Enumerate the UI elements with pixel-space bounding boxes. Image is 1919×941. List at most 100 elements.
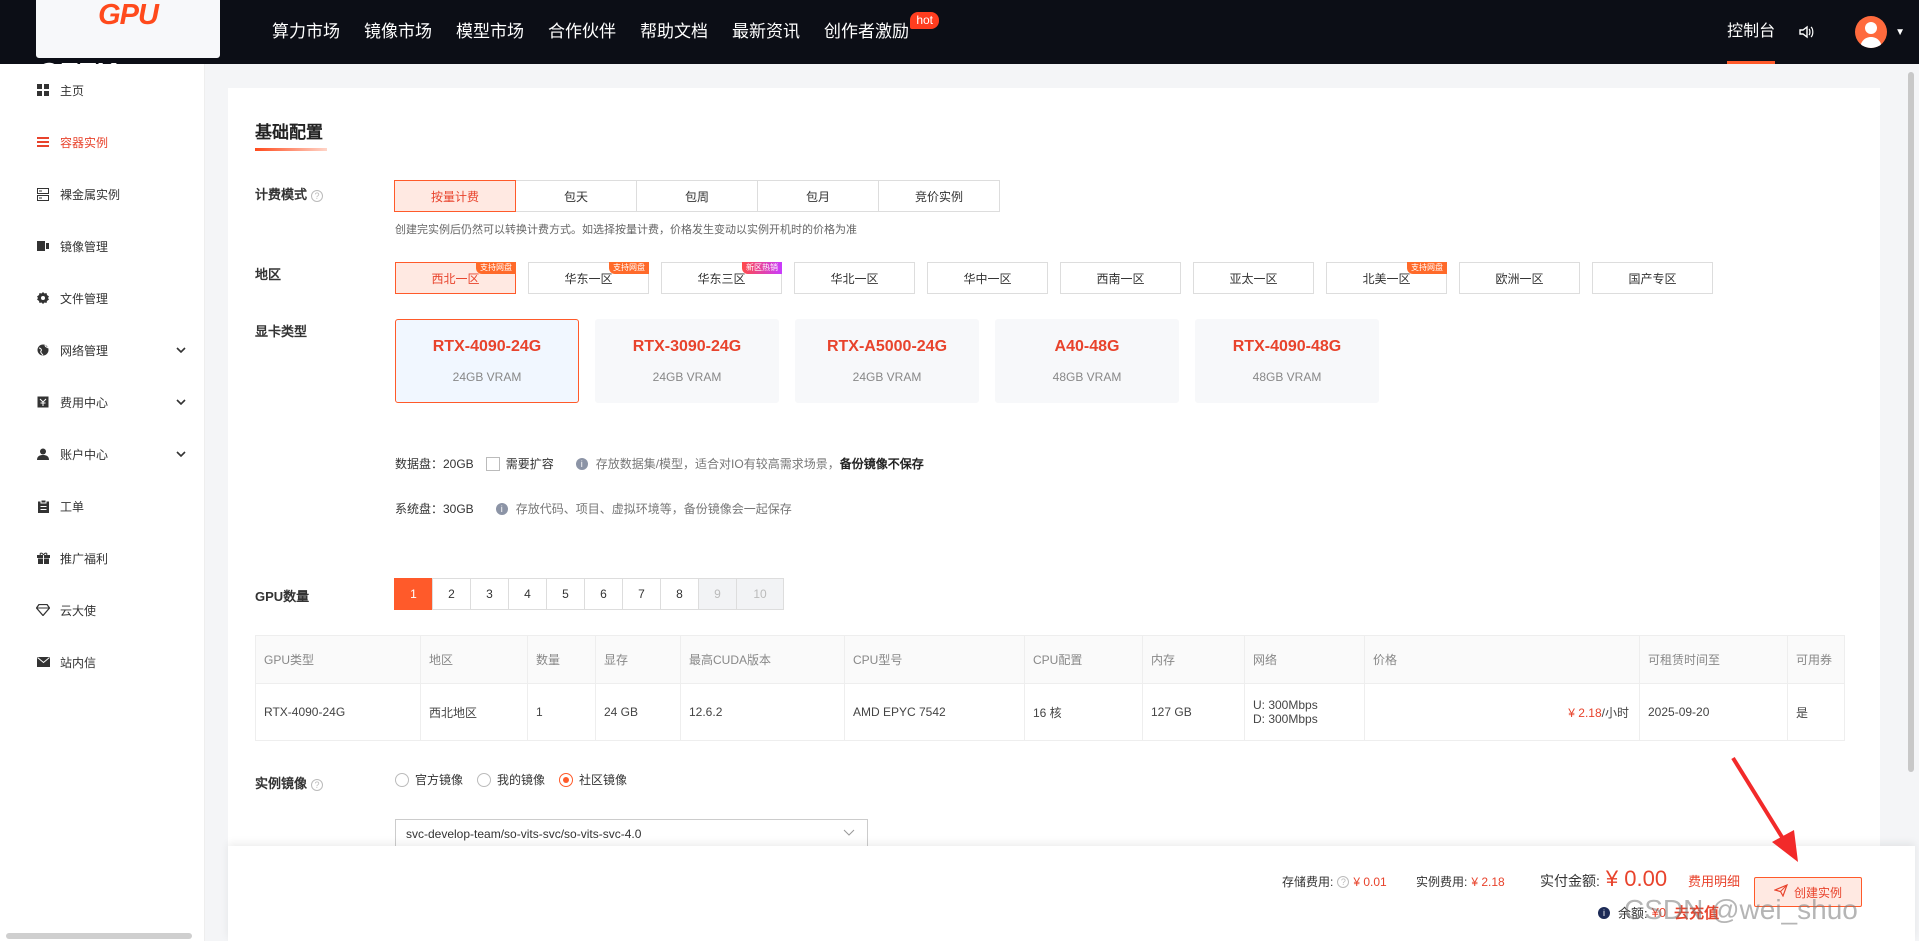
gpu-count-option-10: 10 [736,578,784,610]
console-link[interactable]: 控制台 [1727,0,1776,64]
billing-option-pay-as-you-go[interactable]: 按量计费 [394,180,516,212]
billing-option-spot[interactable]: 竞价实例 [878,180,1000,212]
region-option-northwest-1[interactable]: 西北一区 支持网盘 [395,262,516,294]
sidebar-item-promotion[interactable]: 推广福利 [0,532,204,584]
gpu-count-option-7[interactable]: 7 [622,578,661,610]
page-vertical-scrollbar[interactable] [1908,72,1914,772]
expand-disk-checkbox[interactable] [485,456,500,471]
sidebar-item-container-instance[interactable]: 容器实例 [0,116,204,168]
gpu-type-label: 显卡类型 [255,324,308,339]
chevron-down-icon[interactable] [176,396,186,408]
nav-model-market[interactable]: 模型市场 [456,0,524,64]
sidebar-item-ambassador[interactable]: 云大使 [0,584,204,636]
data-disk-note: i 存放数据集/模型，适合对IO有较高需求场景， 备份镜像不保存 [575,455,924,472]
region-option-central-1[interactable]: 华中一区 [927,262,1048,294]
gift-icon [36,551,50,565]
table-header: 网络 [1244,635,1365,684]
total-payment-label: 实付金额: [1540,873,1600,889]
sidebar-item-home[interactable]: 主页 [0,64,204,116]
sidebar-item-tickets[interactable]: 工单 [0,480,204,532]
sidebar-item-file-management[interactable]: 文件管理 [0,272,204,324]
speaker-icon[interactable] [1797,23,1815,41]
sidebar-item-label: 推广福利 [60,551,109,566]
nav-compute-market[interactable]: 算力市场 [272,0,340,64]
gpu-count-option-4[interactable]: 4 [508,578,547,610]
region-option-domestic[interactable]: 国产专区 [1592,262,1713,294]
region-option-apac-1[interactable]: 亚太一区 [1193,262,1314,294]
question-icon[interactable]: ? [1337,875,1350,888]
chevron-down-icon[interactable] [176,344,186,356]
total-payment-amount: ¥ 0.00 [1605,866,1668,891]
main-nav: 算力市场 镜像市场 模型市场 合作伙伴 帮助文档 最新资讯 创作者激励 hot [272,0,939,64]
region-option-label: 华中一区 [963,271,1012,286]
gpu-card-name: RTX-3090-24G [632,338,742,355]
table-header: GPU类型 [255,635,421,684]
region-option-na-1[interactable]: 北美一区 支持网盘 [1326,262,1447,294]
billing-option-monthly[interactable]: 包月 [757,180,879,212]
nav-help-docs[interactable]: 帮助文档 [640,0,708,64]
system-disk-note-text: 存放代码、项目、虚拟环境等，备份镜像会一起保存 [515,502,792,516]
chevron-down-icon[interactable]: ▼ [1895,27,1905,38]
gpu-card-a40-48g[interactable]: A40-48G 48GB VRAM [995,319,1179,403]
radio-community-image[interactable]: 社区镜像 [559,771,627,788]
region-option-north-1[interactable]: 华北一区 [794,262,915,294]
gpu-count-option-5[interactable]: 5 [546,578,585,610]
gpu-card-rtx-a5000-24g[interactable]: RTX-A5000-24G 24GB VRAM [795,319,979,403]
gpu-card-rtx-3090-24g[interactable]: RTX-3090-24G 24GB VRAM [595,319,779,403]
gpu-card-name: RTX-A5000-24G [826,338,948,355]
chevron-down-icon[interactable] [176,448,186,460]
table-header-row: GPU类型 地区 数量 显存 最高CUDA版本 CPU型号 CPU配置 内存 网… [255,635,1845,684]
sidebar-item-network[interactable]: 网络管理 [0,324,204,376]
sidebar-horizontal-scrollbar[interactable] [6,933,192,939]
gpu-card-rtx-4090-24g[interactable]: RTX-4090-24G 24GB VRAM [395,319,579,403]
sidebar-item-image-management[interactable]: 镜像管理 [0,220,204,272]
sidebar-item-bare-metal[interactable]: 裸金属实例 [0,168,204,220]
image-source-radios: 官方镜像 我的镜像 社区镜像 [395,771,641,788]
network-down: D: 300Mbps [1253,712,1318,726]
info-icon: i [1598,906,1610,919]
sidebar-item-account-center[interactable]: 账户中心 [0,428,204,480]
gpu-count-option-8[interactable]: 8 [660,578,699,610]
sidebar-item-label: 文件管理 [60,291,109,306]
region-option-label: 华北一区 [830,271,879,286]
nav-partners[interactable]: 合作伙伴 [548,0,616,64]
billing-option-weekly[interactable]: 包周 [636,180,758,212]
region-option-eu-1[interactable]: 欧洲一区 [1459,262,1580,294]
nav-creator-label: 创作者激励 [824,22,909,41]
section-title-basic-config: 基础配置 [255,118,327,151]
region-option-east-3[interactable]: 华东三区 新区热销 [661,262,782,294]
gpu-count-option-1[interactable]: 1 [394,578,433,610]
nav-news[interactable]: 最新资讯 [732,0,800,64]
gpu-count-option-3[interactable]: 3 [470,578,509,610]
list-icon [36,135,50,149]
nav-creator-incentive[interactable]: 创作者激励 hot [824,0,939,64]
radio-my-image[interactable]: 我的镜像 [477,771,545,788]
image-select[interactable]: svc-develop-team/so-vits-svc/so-vits-svc… [395,819,868,849]
gpu-count-option-2[interactable]: 2 [432,578,471,610]
sidebar-item-billing-center[interactable]: 费用中心 [0,376,204,428]
system-disk-label: 系统盘：30GB [395,502,474,516]
price-value: ¥ 2.18 [1568,705,1602,720]
gpu-count-option-9: 9 [698,578,737,610]
nav-image-market[interactable]: 镜像市场 [364,0,432,64]
radio-official-image[interactable]: 官方镜像 [395,771,463,788]
radio-label: 社区镜像 [579,773,628,787]
region-tag: 支持网盘 [1407,262,1447,274]
cell-coupon: 是 [1787,683,1845,741]
gpu-card-vram: 24GB VRAM [852,370,922,384]
sidebar-item-messages[interactable]: 站内信 [0,636,204,688]
instance-fee-label: 实例费用: [1416,875,1468,889]
region-option-east-1[interactable]: 华东一区 支持网盘 [528,262,649,294]
gpu-count-option-6[interactable]: 6 [584,578,623,610]
storage-fee-label: 存储费用: [1282,875,1334,889]
image-icon [36,239,50,253]
csdn-watermark: CSDN @wei_shuo [1624,894,1858,925]
question-icon[interactable]: ? [311,189,324,202]
question-icon[interactable]: ? [311,778,324,791]
table-header: 地区 [420,635,528,684]
fee-detail-link[interactable]: 费用明细 [1688,871,1740,890]
user-avatar[interactable] [1855,16,1888,48]
billing-option-daily[interactable]: 包天 [515,180,637,212]
region-option-southwest-1[interactable]: 西南一区 [1060,262,1181,294]
gpu-card-rtx-4090-48g[interactable]: RTX-4090-48G 48GB VRAM [1195,319,1379,403]
